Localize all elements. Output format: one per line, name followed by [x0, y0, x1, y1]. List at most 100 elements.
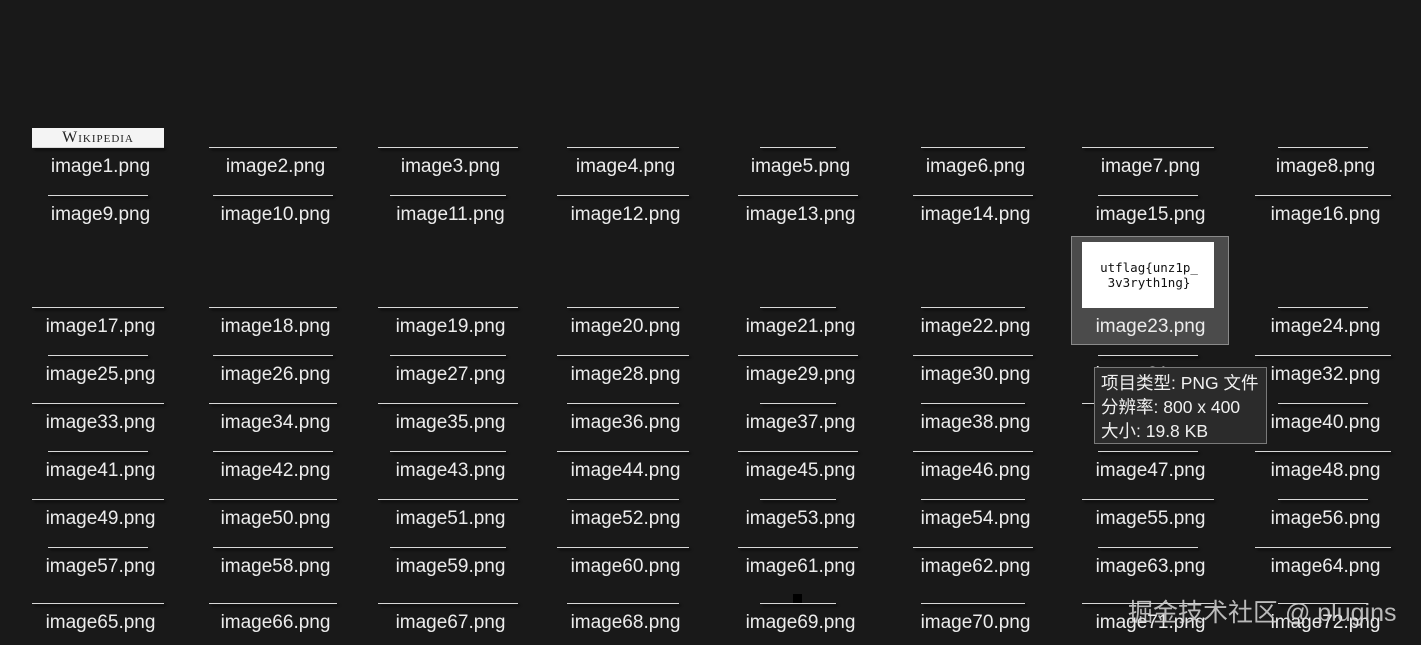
- file-name-label: image42.png: [220, 460, 331, 481]
- file-item[interactable]: image34.png: [188, 403, 363, 443]
- file-item[interactable]: image41.png: [13, 451, 188, 491]
- file-item[interactable]: image68.png: [538, 603, 713, 643]
- file-item[interactable]: image33.png: [13, 403, 188, 443]
- file-item[interactable]: image1.png: [13, 147, 188, 187]
- file-item[interactable]: image45.png: [713, 451, 888, 491]
- file-item[interactable]: image47.png: [1063, 451, 1238, 491]
- file-item[interactable]: image38.png: [888, 403, 1063, 443]
- file-item[interactable]: image49.png: [13, 499, 188, 539]
- file-name-label: image10.png: [220, 204, 331, 225]
- file-item[interactable]: image62.png: [888, 547, 1063, 587]
- file-name-label: image58.png: [220, 556, 331, 577]
- file-item[interactable]: image6.png: [888, 147, 1063, 187]
- image-thumbnail: [921, 403, 1025, 404]
- file-item[interactable]: image48.png: [1238, 451, 1413, 491]
- file-item[interactable]: image29.png: [713, 355, 888, 395]
- file-item[interactable]: image35.png: [363, 403, 538, 443]
- file-item[interactable]: image43.png: [363, 451, 538, 491]
- file-item[interactable]: image52.png: [538, 499, 713, 539]
- file-item[interactable]: image26.png: [188, 355, 363, 395]
- file-item[interactable]: image50.png: [188, 499, 363, 539]
- file-name-label: image15.png: [1095, 204, 1206, 225]
- file-item[interactable]: image8.png: [1238, 147, 1413, 187]
- file-item[interactable]: image5.png: [713, 147, 888, 187]
- file-name-label: image35.png: [395, 412, 506, 433]
- file-item[interactable]: image66.png: [188, 603, 363, 643]
- file-name-label: image25.png: [45, 364, 156, 385]
- file-item[interactable]: image16.png: [1238, 195, 1413, 235]
- image-thumbnail: [209, 307, 337, 308]
- file-item[interactable]: image42.png: [188, 451, 363, 491]
- file-item[interactable]: utflag{unz1p_ 3v3ryth1ng} image23.png: [1063, 236, 1238, 347]
- file-name-label: image63.png: [1095, 556, 1206, 577]
- file-item[interactable]: image58.png: [188, 547, 363, 587]
- image-thumbnail: [390, 451, 506, 452]
- file-item[interactable]: image27.png: [363, 355, 538, 395]
- file-item[interactable]: image14.png: [888, 195, 1063, 235]
- file-item[interactable]: image61.png: [713, 547, 888, 587]
- file-item[interactable]: image21.png: [713, 307, 888, 347]
- image-thumbnail: [567, 147, 679, 148]
- file-item[interactable]: image15.png: [1063, 195, 1238, 235]
- image-thumbnail: [213, 451, 333, 452]
- image-thumbnail: [1255, 547, 1391, 548]
- file-item[interactable]: image37.png: [713, 403, 888, 443]
- file-item[interactable]: image60.png: [538, 547, 713, 587]
- file-item[interactable]: image4.png: [538, 147, 713, 187]
- file-name-label: image5.png: [750, 156, 851, 177]
- file-item[interactable]: image10.png: [188, 195, 363, 235]
- file-name-label: image18.png: [220, 316, 331, 337]
- image-thumbnail: [1255, 355, 1391, 356]
- file-item[interactable]: image7.png: [1063, 147, 1238, 187]
- file-item[interactable]: image67.png: [363, 603, 538, 643]
- file-item[interactable]: image22.png: [888, 307, 1063, 347]
- file-item[interactable]: image53.png: [713, 499, 888, 539]
- image-thumbnail: [557, 547, 689, 548]
- image-thumbnail: [1278, 147, 1368, 148]
- image-thumbnail: [378, 147, 518, 148]
- image-thumbnail: [1278, 499, 1368, 500]
- file-name-label: image3.png: [400, 156, 501, 177]
- file-item[interactable]: image28.png: [538, 355, 713, 395]
- file-name-label: image41.png: [45, 460, 156, 481]
- image-thumbnail: [921, 147, 1025, 148]
- file-item[interactable]: image2.png: [188, 147, 363, 187]
- file-item[interactable]: image55.png: [1063, 499, 1238, 539]
- file-item[interactable]: image11.png: [363, 195, 538, 235]
- file-item[interactable]: image25.png: [13, 355, 188, 395]
- file-item[interactable]: image51.png: [363, 499, 538, 539]
- file-item[interactable]: image20.png: [538, 307, 713, 347]
- file-item[interactable]: image70.png: [888, 603, 1063, 643]
- file-item[interactable]: image13.png: [713, 195, 888, 235]
- file-item[interactable]: image30.png: [888, 355, 1063, 395]
- file-name-label: image53.png: [745, 508, 856, 529]
- image-thumbnail: [557, 195, 689, 196]
- file-item[interactable]: image12.png: [538, 195, 713, 235]
- file-item[interactable]: image56.png: [1238, 499, 1413, 539]
- file-item[interactable]: image64.png: [1238, 547, 1413, 587]
- image-thumbnail: [567, 307, 679, 308]
- file-item[interactable]: image3.png: [363, 147, 538, 187]
- file-item[interactable]: image36.png: [538, 403, 713, 443]
- file-name-label: image45.png: [745, 460, 856, 481]
- file-name-label: image46.png: [920, 460, 1031, 481]
- file-name-label: image65.png: [45, 612, 156, 633]
- file-name-label: image8.png: [1275, 156, 1376, 177]
- file-item[interactable]: image18.png: [188, 307, 363, 347]
- file-item[interactable]: image57.png: [13, 547, 188, 587]
- file-item[interactable]: image69.png: [713, 603, 888, 643]
- file-item[interactable]: image59.png: [363, 547, 538, 587]
- file-item[interactable]: image54.png: [888, 499, 1063, 539]
- file-item[interactable]: image46.png: [888, 451, 1063, 491]
- image-thumbnail: [738, 451, 858, 452]
- file-item[interactable]: image19.png: [363, 307, 538, 347]
- file-item[interactable]: image44.png: [538, 451, 713, 491]
- file-item[interactable]: image63.png: [1063, 547, 1238, 587]
- file-item[interactable]: image65.png: [13, 603, 188, 643]
- file-item[interactable]: image9.png: [13, 195, 188, 235]
- tooltip-type: 项目类型: PNG 文件: [1101, 373, 1259, 393]
- file-item[interactable]: image24.png: [1238, 307, 1413, 347]
- file-name-label: image43.png: [395, 460, 506, 481]
- file-name-label: image61.png: [745, 556, 856, 577]
- file-item[interactable]: image17.png: [13, 307, 188, 347]
